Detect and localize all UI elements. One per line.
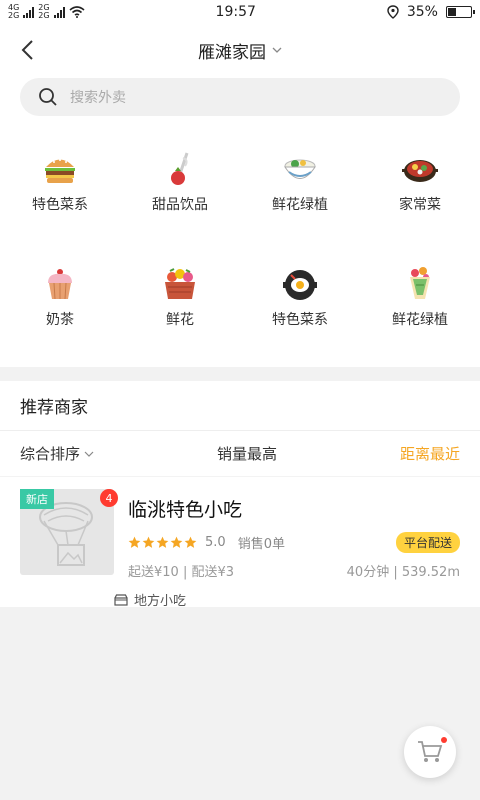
fee-info: 起送¥10 | 配送¥3: [128, 565, 234, 580]
hotpot-icon: [402, 160, 438, 182]
category-item[interactable]: 甜品饮品: [120, 138, 240, 251]
search-icon: [39, 88, 57, 106]
star-icon: [170, 536, 183, 548]
rating-value: 5.0: [205, 535, 226, 550]
header-area: 4G2G 2G2G 19:57 35% 雁滩家园 特色菜系: [0, 0, 480, 367]
wifi-icon: [69, 6, 85, 18]
cart-icon: [418, 741, 443, 762]
location-selector[interactable]: 雁滩家园: [198, 38, 282, 63]
category-label: 家常菜: [399, 197, 441, 213]
category-label: 鲜花: [166, 311, 194, 328]
battery-percent: 35%: [406, 4, 438, 20]
sort-distance[interactable]: 距离最近: [400, 443, 460, 464]
store-card[interactable]: 新店 4 临洮特色小吃 5.0 销售0单 平台配送 起送¥10 | 配送¥3 4…: [0, 477, 480, 609]
category-label: 鲜花绿植: [392, 311, 448, 328]
sort-sales-label: 销量最高: [216, 445, 277, 463]
search-bar[interactable]: [20, 78, 460, 116]
store-info: 临洮特色小吃 5.0 销售0单 平台配送 起送¥10 | 配送¥3 40分钟 |…: [114, 489, 460, 609]
category-label: 奶茶: [46, 311, 74, 328]
dessert-icon: [171, 152, 189, 185]
category-label: 特色菜系: [32, 197, 88, 213]
section-title: 推荐商家: [0, 381, 480, 431]
count-badge: 4: [100, 489, 118, 507]
cart-notification-dot: [441, 737, 447, 743]
star-icon: [156, 536, 169, 548]
signal-icon: [53, 6, 65, 18]
category-label: 鲜花绿植: [272, 197, 328, 213]
delivery-tag: 平台配送: [395, 532, 460, 553]
frying-pan-icon: [283, 269, 317, 300]
signal-label-4: 2G: [38, 11, 50, 20]
star-icon: [128, 536, 141, 548]
category-item[interactable]: 家常菜: [360, 138, 480, 251]
category-item[interactable]: 奶茶: [0, 253, 120, 366]
time-distance: 40分钟 | 539.52m: [346, 565, 460, 580]
sort-bar: 综合排序 销量最高 距离最近: [0, 431, 480, 477]
store-name: 临洮特色小吃: [128, 499, 243, 521]
new-store-tag: 新店: [20, 489, 54, 509]
chevron-down-icon: [272, 47, 282, 53]
page-title: 雁滩家园: [198, 42, 266, 63]
battery-level: [447, 8, 456, 16]
bouquet-icon: [410, 266, 430, 299]
sort-distance-label: 距离最近: [399, 445, 460, 463]
status-bar: 4G 2G 2G 2G 19:57 35%: [0, 0, 480, 24]
burger-icon: [45, 159, 75, 183]
store-thumbnail: 新店 4: [20, 489, 118, 575]
clock: 19:57: [215, 4, 256, 20]
location-icon: [387, 5, 399, 19]
sort-sales[interactable]: 销量最高: [217, 443, 277, 464]
signal-label-2: 2G: [8, 11, 20, 20]
nav-bar: 雁滩家园: [0, 24, 480, 76]
noodle-bowl-icon: [284, 159, 316, 179]
shop-icon: [114, 593, 128, 606]
flower-basket-icon: [165, 267, 195, 299]
chevron-down-icon: [84, 451, 94, 457]
sales-count: 销售0单: [237, 537, 285, 552]
category-item[interactable]: 特色菜系: [240, 253, 360, 366]
battery-icon: [445, 6, 475, 18]
cupcake-icon: [48, 268, 72, 299]
category-label: 特色菜系: [272, 311, 328, 328]
category-item[interactable]: 鲜花绿植: [240, 138, 360, 251]
cart-button[interactable]: [404, 726, 456, 778]
star-icon: [184, 536, 197, 548]
star-icon: [142, 536, 155, 548]
category-item[interactable]: 特色菜系: [0, 138, 120, 251]
category-grid: 特色菜系 甜品饮品 鲜花绿植 家常菜 奶茶 鲜花 特色菜系 鲜花绿植: [0, 130, 480, 367]
search-input[interactable]: [70, 89, 370, 105]
category-label: 甜品饮品: [152, 197, 208, 213]
signal-group: 4G 2G 2G 2G: [8, 4, 85, 20]
signal-icon: [23, 6, 35, 18]
sort-combined-label: 综合排序: [20, 445, 81, 463]
back-arrow-icon[interactable]: [18, 38, 40, 62]
category-item[interactable]: 鲜花绿植: [360, 253, 480, 366]
rating-stars: [128, 536, 197, 549]
category-item[interactable]: 鲜花: [120, 253, 240, 366]
sort-combined[interactable]: 综合排序: [20, 443, 94, 464]
recommend-section: 推荐商家 综合排序 销量最高 距离最近 新店 4 临洮特色小吃 5.0 销售0单…: [0, 381, 480, 609]
store-category: 地方小吃: [134, 594, 187, 609]
